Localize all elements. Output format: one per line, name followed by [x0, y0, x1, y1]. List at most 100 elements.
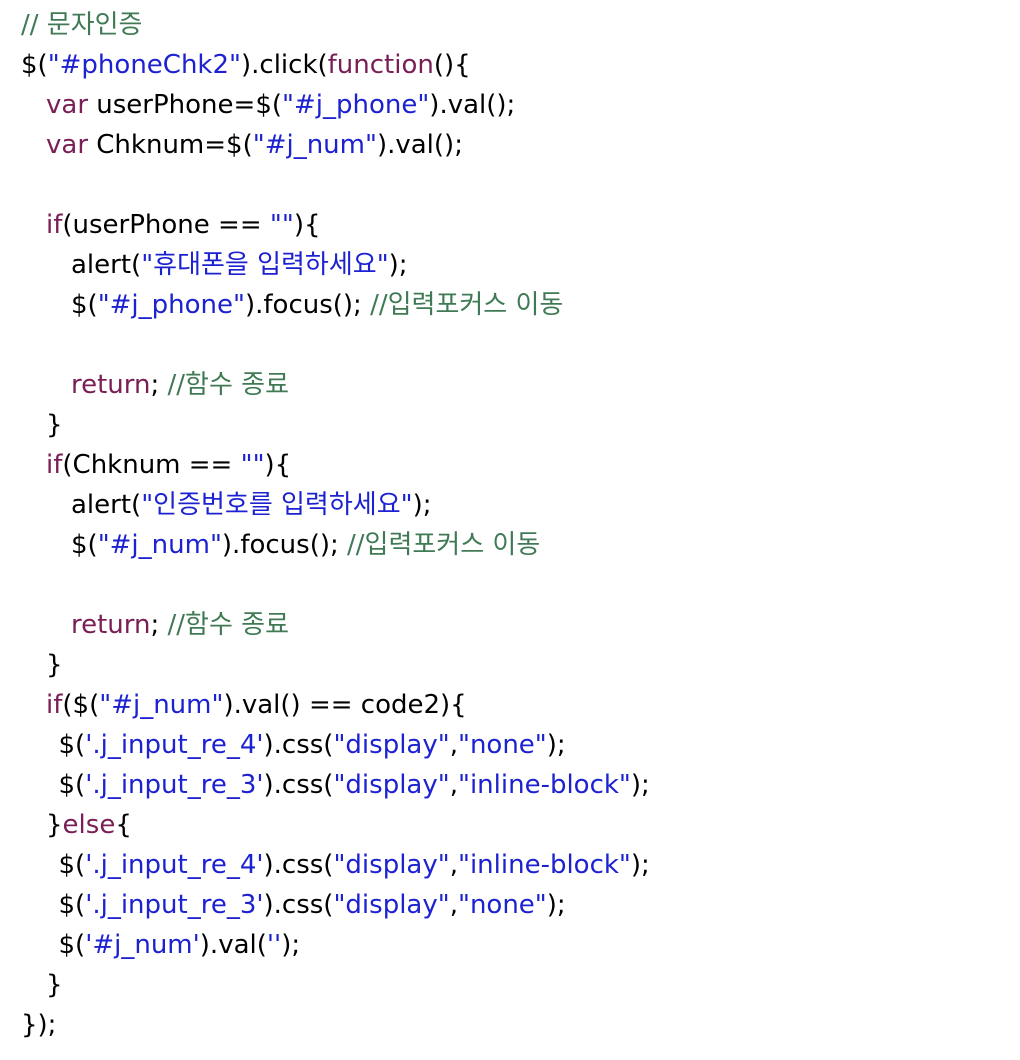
code-token-plain: ).val( [199, 930, 267, 960]
code-line: if(Chknum == ""){ [0, 445, 1020, 485]
code-token-plain: ); [630, 850, 650, 880]
code-token-plain: ).click( [241, 50, 328, 80]
code-token-plain: (userPhone == [62, 210, 270, 240]
code-token-plain: $( [71, 290, 98, 320]
code-token-string: '.j_input_re_4' [85, 730, 264, 760]
code-line: var userPhone=$("#j_phone").val(); [0, 85, 1020, 125]
code-token-string: "none" [457, 730, 547, 760]
code-token-plain: ($( [62, 690, 100, 720]
code-line: } [0, 405, 1020, 445]
code-line: } [0, 965, 1020, 1005]
code-token-plain: $( [58, 930, 86, 960]
code-token-string: "인증번호를 입력하세요" [141, 490, 413, 520]
code-token-plain: ){ [293, 210, 321, 240]
code-token-comment: //함수 종료 [167, 610, 289, 640]
code-token-string: "none" [457, 890, 547, 920]
code-token-plain: ); [388, 250, 408, 280]
code-token-plain: ).css( [263, 850, 334, 880]
code-token-string: '.j_input_re_3' [85, 890, 264, 920]
code-token-keyword: if [46, 690, 63, 720]
code-token-plain: ).css( [263, 730, 334, 760]
code-line: }); [0, 1005, 1020, 1045]
code-token-keyword: if [46, 450, 63, 480]
code-line: if(userPhone == ""){ [0, 205, 1020, 245]
code-token-keyword: function [327, 50, 434, 80]
code-token-plain: ).css( [263, 890, 334, 920]
code-token-plain: (Chknum == [62, 450, 241, 480]
code-token-string: "" [240, 450, 265, 480]
code-line: alert("휴대폰을 입력하세요"); [0, 245, 1020, 285]
code-token-plain: }); [21, 1010, 57, 1040]
code-token-plain: $( [58, 770, 86, 800]
code-token-plain: $( [21, 50, 48, 80]
code-token-plain: , [449, 850, 458, 880]
code-token-string: "#j_num" [99, 690, 224, 720]
code-token-plain: $( [58, 890, 86, 920]
code-token-comment: //입력포커스 이동 [347, 530, 541, 560]
code-token-plain: userPhone=$( [88, 90, 282, 120]
code-token-plain: , [449, 730, 458, 760]
code-line: $('.j_input_re_3').css("display","inline… [0, 765, 1020, 805]
code-line: $('.j_input_re_4').css("display","inline… [0, 845, 1020, 885]
code-token-string: "inline-block" [457, 850, 631, 880]
code-token-plain: ).focus(); [221, 530, 348, 560]
code-token-keyword: else [62, 810, 116, 840]
code-view: // 문자인증 $("#phoneChk2").click(function(){… [0, 0, 1020, 1060]
code-token-string: "inline-block" [457, 770, 631, 800]
code-line: alert("인증번호를 입력하세요"); [0, 485, 1020, 525]
code-token-string: "#phoneChk2" [47, 50, 241, 80]
code-token-comment: // 문자인증 [21, 10, 143, 40]
code-line: $("#j_num").focus(); //입력포커스 이동 [0, 525, 1020, 565]
code-token-plain: (){ [433, 50, 471, 80]
code-token-string: '.j_input_re_3' [85, 770, 264, 800]
code-token-plain: alert( [71, 490, 142, 520]
code-line: } [0, 645, 1020, 685]
code-token-plain: ); [546, 890, 566, 920]
code-line: if($("#j_num").val() == code2){ [0, 685, 1020, 725]
code-token-comment: //함수 종료 [167, 370, 289, 400]
code-token-string: "#j_phone" [282, 90, 430, 120]
code-token-string: "display" [333, 850, 450, 880]
code-line: $('.j_input_re_3').css("display","none")… [0, 885, 1020, 925]
code-token-plain: $( [58, 850, 86, 880]
code-line: $("#phoneChk2").click(function(){ [0, 45, 1020, 85]
code-token-plain: ).css( [263, 770, 334, 800]
code-token-plain: ); [630, 770, 650, 800]
code-token-plain: ).val(); [376, 130, 463, 160]
code-line: $("#j_phone").focus(); //입력포커스 이동 [0, 285, 1020, 325]
code-line: return; //함수 종료 [0, 365, 1020, 405]
code-token-keyword: return [71, 370, 151, 400]
code-token-plain: } [46, 970, 63, 1000]
code-token-plain: ); [281, 930, 301, 960]
code-token-plain: ).val() == code2){ [223, 690, 467, 720]
code-token-string: '' [266, 930, 282, 960]
code-token-keyword: if [46, 210, 63, 240]
code-token-plain: ).val(); [429, 90, 516, 120]
code-token-keyword: return [71, 610, 151, 640]
code-token-string: "display" [333, 770, 450, 800]
code-line: return; //함수 종료 [0, 605, 1020, 645]
code-token-plain: , [449, 890, 458, 920]
code-token-string: "#j_phone" [97, 290, 245, 320]
code-token-plain: ; [150, 610, 168, 640]
code-token-plain: alert( [71, 250, 142, 280]
code-line: $('.j_input_re_4').css("display","none")… [0, 725, 1020, 765]
code-token-plain: } [46, 810, 63, 840]
code-token-string: '#j_num' [85, 930, 200, 960]
code-token-plain: Chknum=$( [88, 130, 253, 160]
code-token-string: "display" [333, 890, 450, 920]
code-token-string: "" [269, 210, 294, 240]
code-token-plain: $( [71, 530, 98, 560]
code-token-plain: ); [412, 490, 432, 520]
code-token-plain: } [46, 650, 63, 680]
code-token-string: "#j_num" [252, 130, 377, 160]
code-token-string: '.j_input_re_4' [85, 850, 264, 880]
code-token-plain: $( [58, 730, 86, 760]
code-token-comment: //입력포커스 이동 [370, 290, 564, 320]
code-line: var Chknum=$("#j_num").val(); [0, 125, 1020, 165]
code-line: // 문자인증 [0, 5, 1020, 45]
code-token-plain: ); [546, 730, 566, 760]
